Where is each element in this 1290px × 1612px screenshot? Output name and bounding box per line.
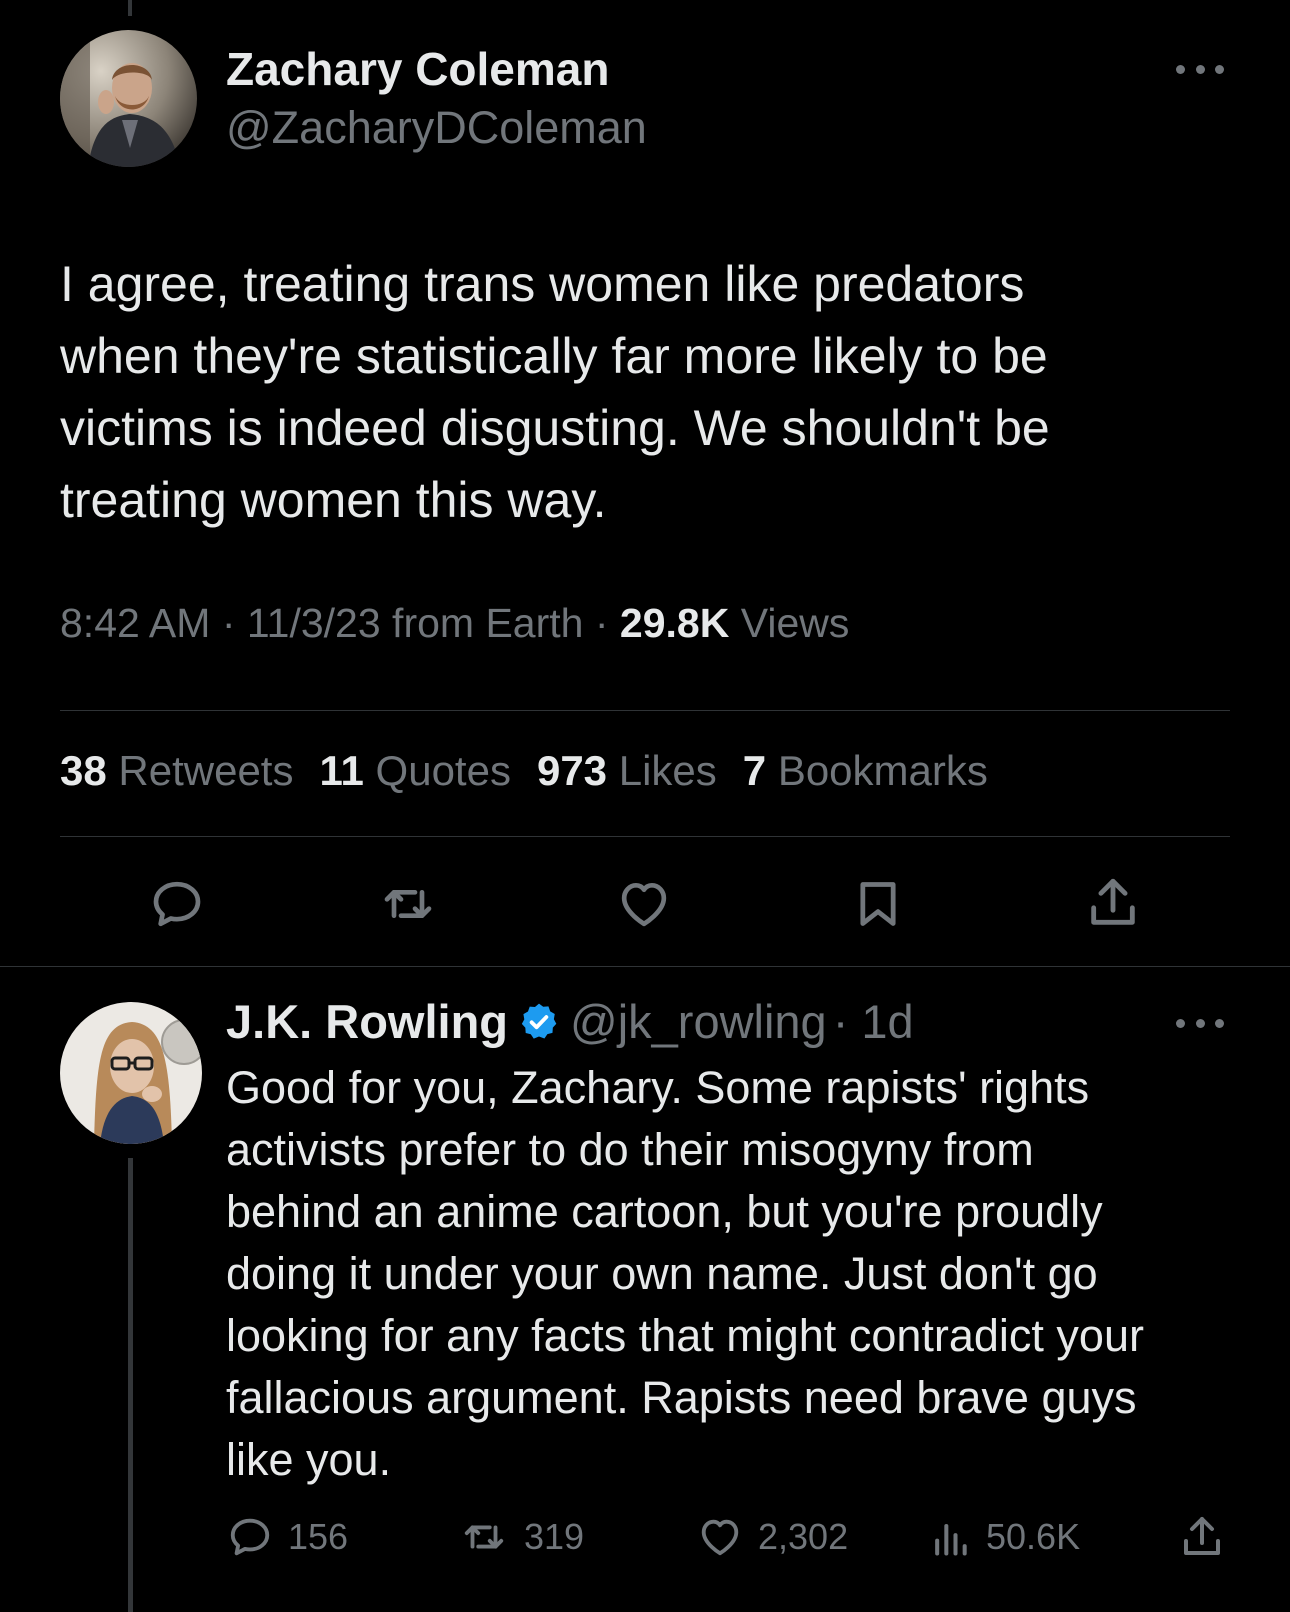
share-icon — [1091, 878, 1135, 925]
divider — [60, 836, 1230, 837]
meta-separator: · — [594, 600, 609, 646]
heart-icon — [701, 1519, 739, 1556]
retweets-count: 319 — [524, 1516, 585, 1557]
author-name[interactable]: Zachary Coleman — [226, 42, 609, 96]
share-button[interactable] — [1084, 874, 1142, 932]
reply-time[interactable]: · 1d — [833, 994, 914, 1049]
reply-icon — [230, 1518, 270, 1556]
tweet-meta: 8:42 AM · 11/3/23 from Earth · 29.8K Vie… — [60, 600, 849, 647]
reply-views-button[interactable]: 50.6K — [928, 1514, 1080, 1560]
avatar-zachary[interactable] — [60, 30, 197, 167]
likes-stat[interactable]: 973 Likes — [537, 747, 717, 795]
reply-retweet-button[interactable]: 319 — [458, 1514, 584, 1560]
tweet-text: I agree, treating trans women like preda… — [60, 256, 1050, 528]
tweet-date-source: 11/3/23 from Earth — [246, 600, 584, 646]
reply-icon — [153, 881, 201, 927]
meta-separator: · — [221, 600, 236, 646]
bookmarks-stat[interactable]: 7 Bookmarks — [743, 747, 988, 795]
bookmark-icon — [860, 882, 896, 926]
tweet-time[interactable]: 8:42 AM — [60, 600, 210, 646]
verified-badge-icon — [521, 1003, 557, 1039]
retweets-stat[interactable]: 38 Retweets — [60, 747, 293, 795]
reply-author-name[interactable]: J.K. Rowling — [226, 994, 508, 1049]
like-button[interactable] — [615, 876, 673, 932]
author-handle[interactable]: @ZacharyDColeman — [226, 102, 647, 154]
retweet-button[interactable] — [377, 876, 439, 932]
share-icon — [1184, 1517, 1220, 1555]
reply-more-options-icon[interactable] — [1176, 1013, 1224, 1033]
section-divider — [0, 966, 1290, 967]
bookmark-button[interactable] — [852, 875, 904, 933]
thread-connector — [128, 1158, 133, 1612]
views-count: 29.8K — [619, 600, 730, 646]
reply-author-handle[interactable]: @jk_rowling — [570, 994, 827, 1049]
retweet-icon — [384, 890, 432, 918]
reply-reply-button[interactable]: 156 — [226, 1514, 348, 1560]
avatar-jk-rowling[interactable] — [60, 1002, 202, 1144]
reply-text: Good for you, Zachary. Some rapists' rig… — [226, 1062, 1144, 1485]
engagement-stats: 38 Retweets 11 Quotes 973 Likes 7 Bookma… — [60, 747, 988, 795]
replies-count: 156 — [288, 1516, 349, 1557]
quotes-stat[interactable]: 11 Quotes — [319, 747, 511, 795]
heart-icon — [621, 883, 667, 927]
reply-share-button[interactable] — [1178, 1512, 1226, 1562]
views-count: 50.6K — [986, 1516, 1081, 1557]
more-options-icon[interactable] — [1176, 59, 1224, 79]
reply-button[interactable] — [148, 876, 206, 932]
thread-connector-top — [128, 0, 132, 16]
divider — [60, 710, 1230, 711]
analytics-icon — [935, 1523, 967, 1556]
retweet-icon — [464, 1525, 504, 1549]
views-label: Views — [740, 600, 850, 646]
reply-header: J.K. Rowling @jk_rowling · 1d — [226, 994, 914, 1049]
reply-like-button[interactable]: 2,302 — [696, 1514, 848, 1560]
likes-count: 2,302 — [758, 1516, 849, 1557]
